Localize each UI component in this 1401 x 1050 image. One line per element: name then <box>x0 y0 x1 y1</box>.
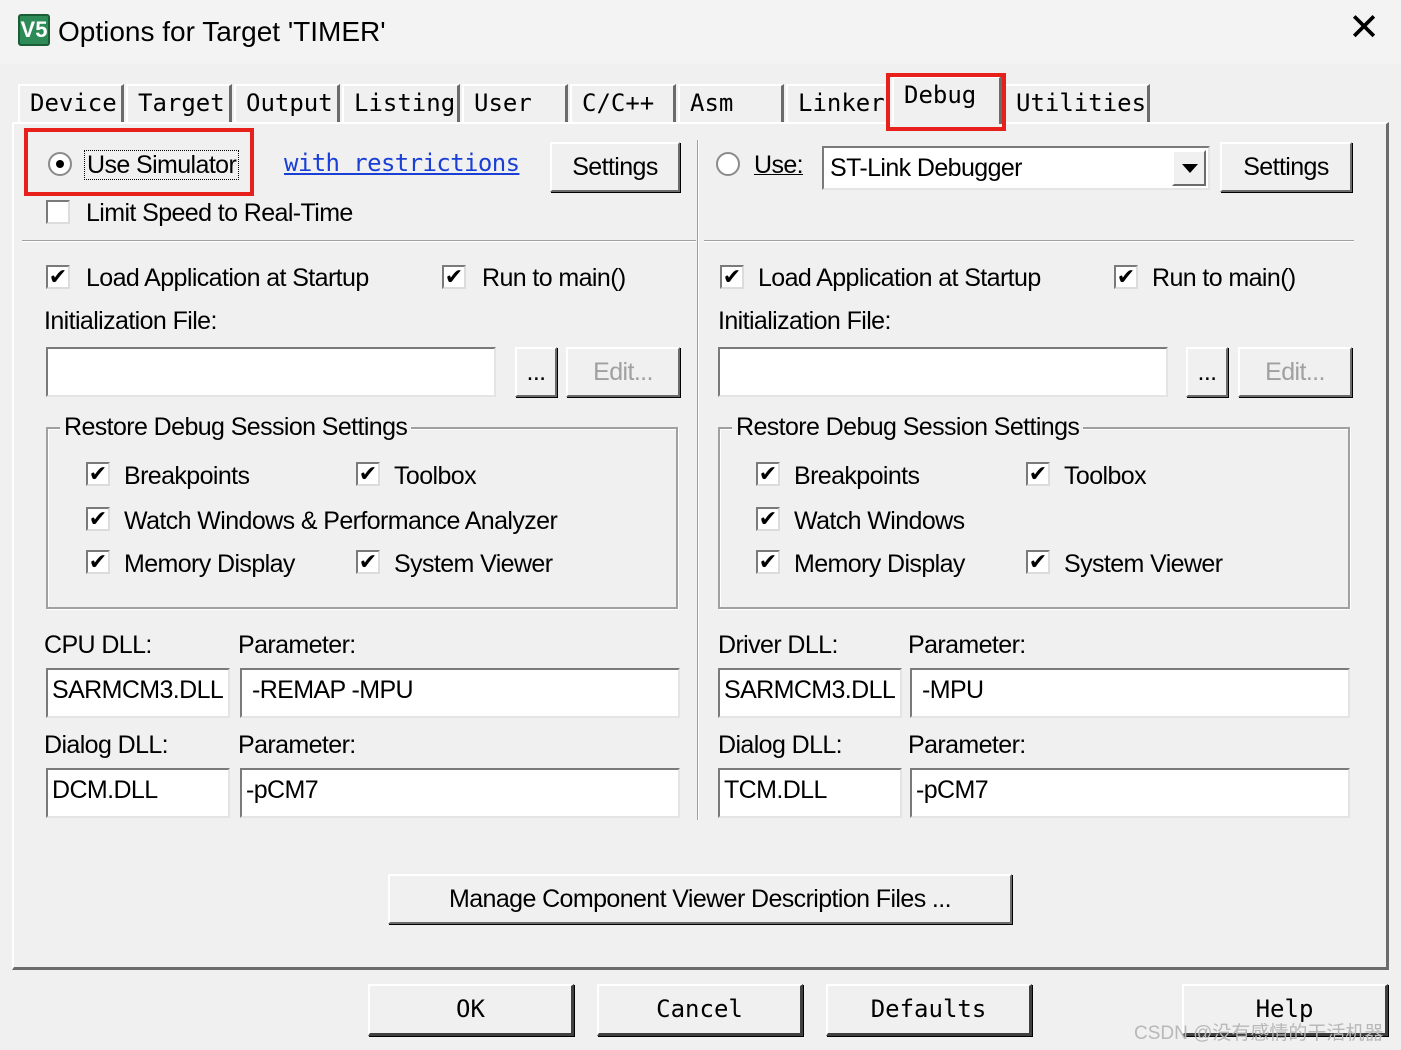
restrictions-link-wrap: with restrictions <box>284 148 520 178</box>
tab-user[interactable]: User <box>462 84 568 122</box>
right-top-divider <box>704 240 1354 242</box>
right-toolbox-label: Toolbox <box>1064 462 1147 490</box>
left-breakpoints-checkbox[interactable]: ✔ <box>86 462 110 486</box>
right-watch-checkbox[interactable]: ✔ <box>756 507 780 531</box>
right-memory-label: Memory Display <box>794 550 965 578</box>
left-watch-label: Watch Windows & Performance Analyzer <box>124 507 558 535</box>
right-load-app-label: Load Application at Startup <box>758 264 1041 292</box>
left-dialog-param-input[interactable]: -pCM7 <box>240 768 680 818</box>
use-simulator-label[interactable]: Use Simulator <box>84 150 240 180</box>
tab-utilities[interactable]: Utilities <box>1004 84 1150 122</box>
left-load-app-checkbox[interactable]: ✔ <box>46 265 70 289</box>
left-dialog-param-label: Parameter: <box>238 731 356 759</box>
close-icon[interactable]: ✕ <box>1340 8 1388 52</box>
left-run-to-main-checkbox[interactable]: ✔ <box>442 265 466 289</box>
right-edit-button[interactable]: Edit... <box>1238 347 1352 397</box>
debugger-select-value: ST-Link Debugger <box>830 154 1023 182</box>
radio-selected-dot <box>56 160 64 168</box>
watermark: CSDN @没有感情的干活机器 <box>1134 1023 1384 1044</box>
cpu-dll-label: CPU DLL: <box>44 631 152 659</box>
driver-dll-label: Driver DLL: <box>718 631 838 659</box>
cpu-dll-input[interactable]: SARMCM3.DLL <box>46 668 230 718</box>
left-restore-group-title: Restore Debug Session Settings <box>60 412 412 442</box>
tab-c-cpp[interactable]: C/C++ <box>570 84 676 122</box>
left-init-file-input[interactable] <box>46 347 496 397</box>
chevron-down-icon[interactable] <box>1172 150 1206 186</box>
tab-asm[interactable]: Asm <box>678 84 784 122</box>
ok-button[interactable]: OK <box>368 984 574 1036</box>
right-breakpoints-checkbox[interactable]: ✔ <box>756 462 780 486</box>
simulator-settings-button[interactable]: Settings <box>550 142 680 192</box>
left-load-app-label: Load Application at Startup <box>86 264 369 292</box>
restrictions-link[interactable]: with restrictions <box>284 149 520 177</box>
debugger-select[interactable]: ST-Link Debugger <box>822 146 1210 190</box>
right-browse-button[interactable]: ... <box>1186 347 1228 397</box>
right-watch-label: Watch Windows <box>794 507 965 535</box>
column-divider <box>697 140 699 820</box>
driver-dll-input[interactable]: SARMCM3.DLL <box>718 668 902 718</box>
right-run-to-main-checkbox[interactable]: ✔ <box>1114 265 1138 289</box>
limit-speed-label: Limit Speed to Real-Time <box>86 199 353 227</box>
right-load-app-checkbox[interactable]: ✔ <box>720 265 744 289</box>
left-toolbox-label: Toolbox <box>394 462 477 490</box>
cancel-button[interactable]: Cancel <box>597 984 803 1036</box>
tab-debug[interactable]: Debug <box>892 76 1002 124</box>
right-sysviewer-checkbox[interactable]: ✔ <box>1026 550 1050 574</box>
right-breakpoints-label: Breakpoints <box>794 462 920 490</box>
left-dialog-dll-label: Dialog DLL: <box>44 731 169 759</box>
right-dialog-param-input[interactable]: -pCM7 <box>910 768 1350 818</box>
right-dialog-dll-input[interactable]: TCM.DLL <box>718 768 902 818</box>
right-memory-checkbox[interactable]: ✔ <box>756 550 780 574</box>
left-init-file-label: Initialization File: <box>44 307 217 335</box>
right-run-to-main-label: Run to main() <box>1152 264 1296 292</box>
tab-device[interactable]: Device <box>18 84 124 122</box>
window-title: Options for Target 'TIMER' <box>58 16 386 47</box>
right-dialog-param-label: Parameter: <box>908 731 1026 759</box>
right-sysviewer-label: System Viewer <box>1064 550 1223 578</box>
cpu-param-label: Parameter: <box>238 631 356 659</box>
left-top-divider <box>22 240 696 242</box>
left-watch-checkbox[interactable]: ✔ <box>86 507 110 531</box>
defaults-button[interactable]: Defaults <box>826 984 1032 1036</box>
use-debugger-label: Use: <box>754 151 804 179</box>
left-breakpoints-label: Breakpoints <box>124 462 250 490</box>
use-simulator-radio[interactable] <box>48 152 72 176</box>
tab-output[interactable]: Output <box>234 84 340 122</box>
use-debugger-radio[interactable] <box>716 152 740 176</box>
manage-component-viewer-button[interactable]: Manage Component Viewer Description File… <box>388 874 1012 924</box>
right-dialog-dll-label: Dialog DLL: <box>718 731 843 759</box>
left-browse-button[interactable]: ... <box>515 347 557 397</box>
driver-param-label: Parameter: <box>908 631 1026 659</box>
right-restore-group-title: Restore Debug Session Settings <box>732 412 1084 442</box>
left-toolbox-checkbox[interactable]: ✔ <box>356 462 380 486</box>
left-sysviewer-checkbox[interactable]: ✔ <box>356 550 380 574</box>
debugger-settings-button[interactable]: Settings <box>1220 142 1352 192</box>
tab-listing[interactable]: Listing <box>342 84 460 122</box>
left-run-to-main-label: Run to main() <box>482 264 626 292</box>
left-memory-label: Memory Display <box>124 550 295 578</box>
cpu-param-input[interactable]: -REMAP -MPU <box>240 668 680 718</box>
left-dialog-dll-input[interactable]: DCM.DLL <box>46 768 230 818</box>
left-edit-button[interactable]: Edit... <box>566 347 680 397</box>
tab-target[interactable]: Target <box>126 84 232 122</box>
limit-speed-checkbox[interactable] <box>46 200 70 224</box>
right-init-file-input[interactable] <box>718 347 1168 397</box>
left-memory-checkbox[interactable]: ✔ <box>86 550 110 574</box>
uvision-logo-icon: V5 <box>18 14 50 46</box>
right-toolbox-checkbox[interactable]: ✔ <box>1026 462 1050 486</box>
driver-param-input[interactable]: -MPU <box>910 668 1350 718</box>
left-sysviewer-label: System Viewer <box>394 550 553 578</box>
right-init-file-label: Initialization File: <box>718 307 891 335</box>
tab-linker[interactable]: Linker <box>786 84 890 122</box>
